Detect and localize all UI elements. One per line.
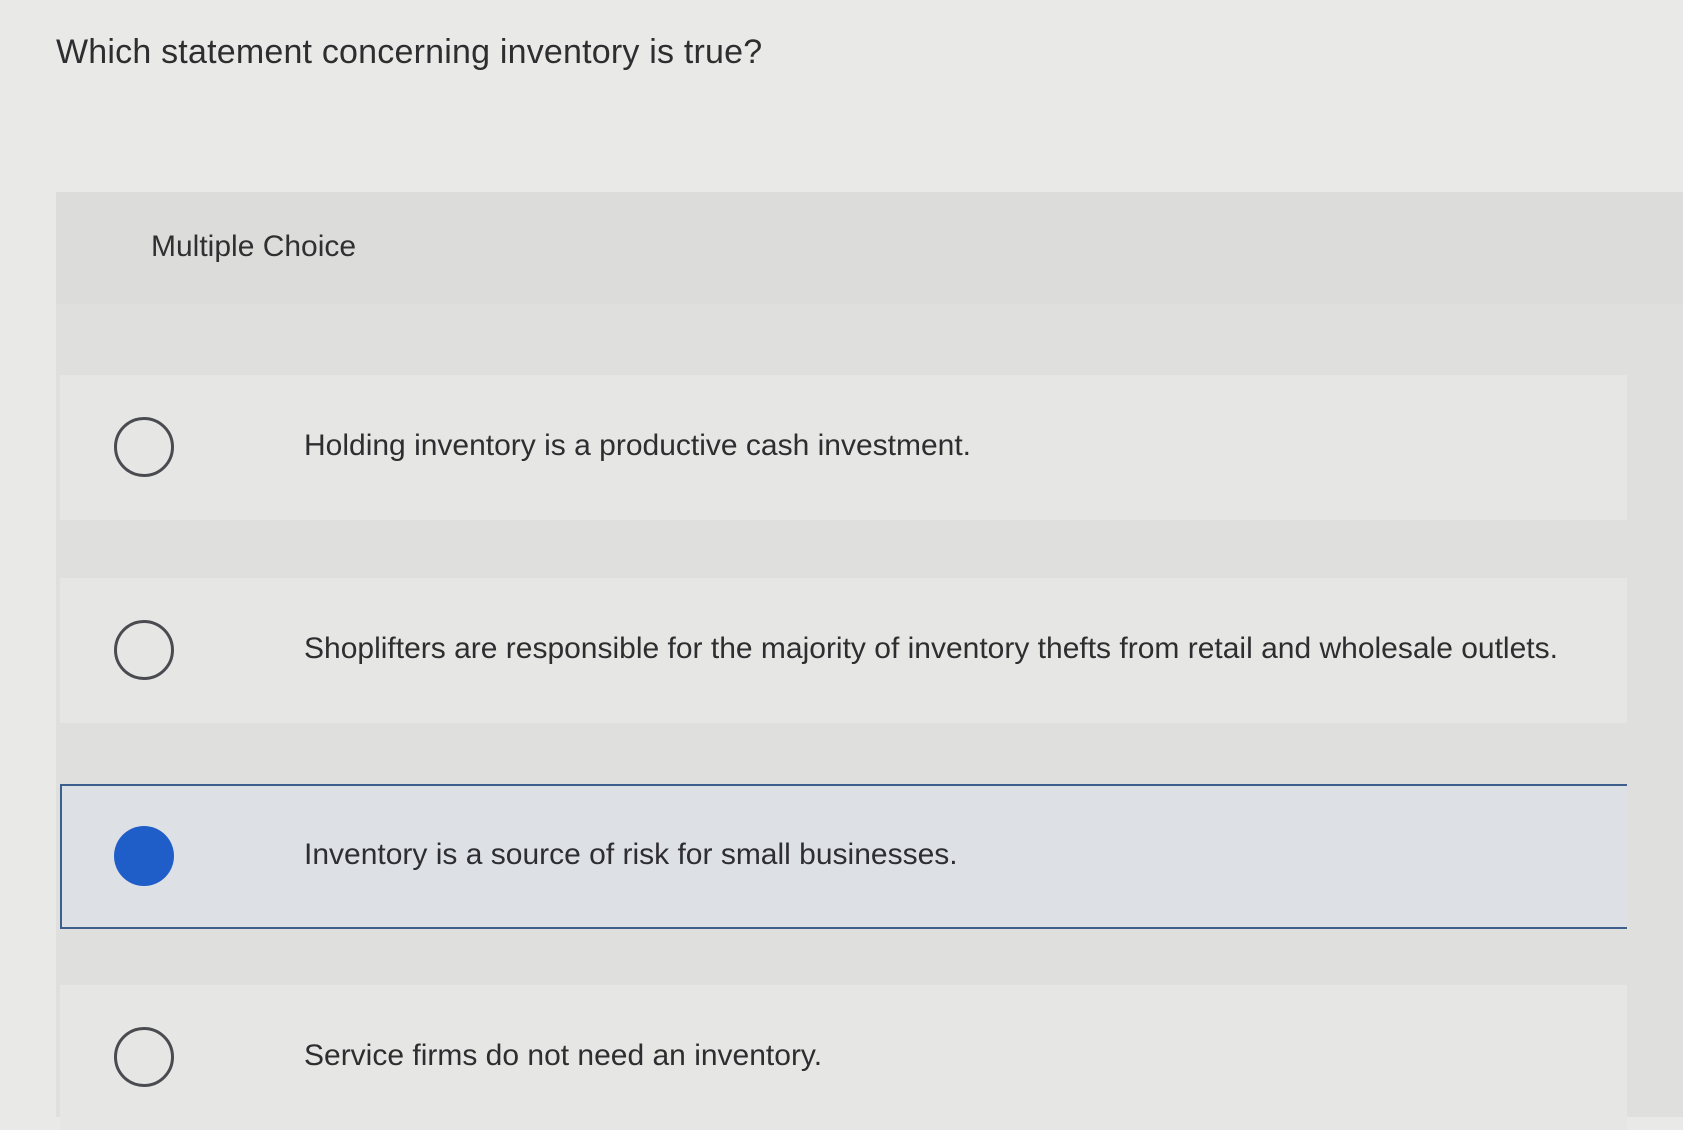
answer-option-label: Inventory is a source of risk for small …: [304, 838, 958, 871]
answer-option-2[interactable]: Shoplifters are responsible for the majo…: [60, 578, 1627, 723]
answer-option-label: Holding inventory is a productive cash i…: [304, 429, 972, 462]
question-type-label: Multiple Choice: [151, 230, 357, 263]
answer-option-label: Shoplifters are responsible for the majo…: [304, 632, 1558, 665]
answer-option-label: Service firms do not need an inventory.: [304, 1039, 823, 1072]
answer-option-4[interactable]: Service firms do not need an inventory.: [60, 985, 1627, 1130]
question-text: Which statement concerning inventory is …: [56, 33, 763, 71]
answer-option-1[interactable]: Holding inventory is a productive cash i…: [60, 375, 1627, 520]
panel-header: Multiple Choice: [56, 192, 1683, 304]
radio-button-unselected[interactable]: [114, 1027, 174, 1087]
answer-option-3[interactable]: Inventory is a source of risk for small …: [60, 784, 1627, 929]
radio-button-unselected[interactable]: [114, 620, 174, 680]
radio-button-unselected[interactable]: [114, 417, 174, 477]
radio-button-selected[interactable]: [114, 826, 174, 886]
